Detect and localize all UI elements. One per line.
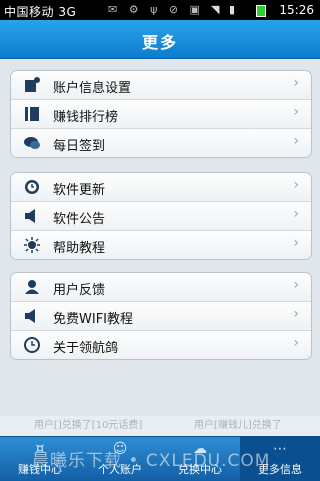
speaker-icon: [23, 208, 41, 224]
menu-label: 每日签到: [53, 139, 106, 154]
menu-item-software-update[interactable]: 软件更新 ›: [11, 173, 311, 202]
title-bar: 更多: [0, 20, 320, 59]
ranking-icon: [23, 106, 41, 122]
tab-more-info[interactable]: ⋯ 更多信息: [240, 437, 320, 481]
tab-label: 个人账户: [98, 463, 142, 476]
menu-item-account-settings[interactable]: 账户信息设置 ›: [11, 71, 311, 100]
notification-icons: ✉ ⚙ ψ ⊘ ▣: [108, 3, 204, 16]
chevron-right-icon: ›: [293, 104, 299, 120]
chat-icon: [23, 135, 41, 151]
menu-item-feedback[interactable]: 用户反馈 ›: [11, 273, 311, 302]
bottom-nav: ¤ 赚钱中心 ☺ 个人账户 ☁ 兑换中心 ⋯ 更多信息: [0, 436, 320, 481]
page-title: 更多: [141, 33, 178, 52]
menu-label: 赚钱排行榜: [53, 110, 119, 125]
sun-icon: [23, 237, 41, 253]
clock-icon: [23, 337, 41, 353]
more-dots-icon: ⋯: [273, 441, 287, 457]
user-icon: [23, 279, 41, 295]
menu-item-checkin[interactable]: 每日签到 ›: [11, 129, 311, 157]
menu-item-about[interactable]: 关于领航鸽 ›: [11, 331, 311, 359]
ticker-text: 用户[]兑换了[10元话费]: [34, 420, 143, 431]
update-clock-icon: [23, 179, 41, 195]
chevron-right-icon: ›: [293, 306, 299, 322]
menu-group-account: 账户信息设置 › 赚钱排行榜 › 每日签到 ›: [10, 70, 312, 158]
menu-label: 用户反馈: [53, 283, 106, 298]
account-settings-icon: [23, 77, 41, 93]
tab-label: 兑换中心: [178, 463, 222, 476]
tab-earn-center[interactable]: ¤ 赚钱中心: [0, 437, 80, 481]
menu-item-help[interactable]: 帮助教程 ›: [11, 231, 311, 259]
menu-label: 软件公告: [53, 212, 106, 227]
menu-label: 帮助教程: [53, 241, 106, 256]
chevron-right-icon: ›: [293, 206, 299, 222]
chevron-right-icon: ›: [293, 177, 299, 193]
chevron-right-icon: ›: [293, 133, 299, 149]
tab-label: 更多信息: [258, 463, 302, 476]
chevron-right-icon: ›: [293, 277, 299, 293]
redemption-ticker: 用户[]兑换了[10元话费] 用户[赚钱儿]兑换了: [0, 416, 320, 436]
menu-label: 软件更新: [53, 183, 106, 198]
menu-item-wifi-tutorial[interactable]: 免费WIFI教程 ›: [11, 302, 311, 331]
carrier-label: 中国移动 3G: [4, 5, 77, 19]
chevron-right-icon: ›: [293, 75, 299, 91]
menu-item-announcement[interactable]: 软件公告 ›: [11, 202, 311, 231]
clock-time: 15:26: [279, 3, 314, 17]
signal-icon: ◥ ▮: [210, 3, 238, 16]
chevron-right-icon: ›: [293, 235, 299, 251]
person-icon: ☺: [112, 441, 128, 457]
speaker-icon: [23, 308, 41, 324]
menu-label: 账户信息设置: [53, 81, 132, 96]
menu-item-ranking[interactable]: 赚钱排行榜 ›: [11, 100, 311, 129]
menu-group-software: 软件更新 › 软件公告 › 帮助教程 ›: [10, 172, 312, 260]
battery-icon: [256, 5, 266, 17]
tab-exchange-center[interactable]: ☁ 兑换中心: [160, 437, 240, 481]
menu-group-about: 用户反馈 › 免费WIFI教程 › 关于领航鸽 ›: [10, 272, 312, 360]
tab-personal-account[interactable]: ☺ 个人账户: [80, 437, 160, 481]
ticker-text: 用户[赚钱儿]兑换了: [194, 420, 282, 431]
menu-label: 免费WIFI教程: [53, 312, 133, 327]
menu-label: 关于领航鸽: [53, 341, 119, 356]
chevron-right-icon: ›: [293, 335, 299, 351]
status-bar: 中国移动 3G ✉ ⚙ ψ ⊘ ▣ ◥ ▮ 15:26: [0, 0, 320, 20]
gift-icon: ☁: [193, 441, 207, 457]
coin-icon: ¤: [35, 441, 45, 457]
tab-label: 赚钱中心: [18, 463, 62, 476]
